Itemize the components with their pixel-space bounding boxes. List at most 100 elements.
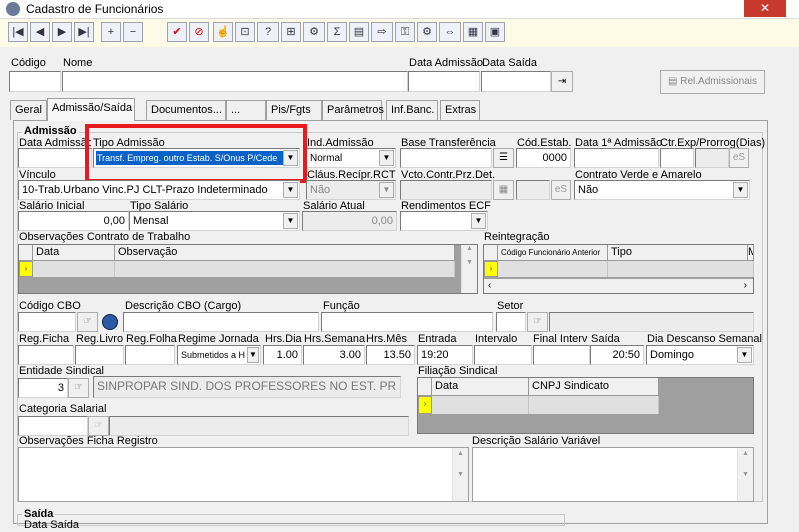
data-admissao2-field[interactable]	[18, 148, 92, 168]
entrada-field[interactable]: 19:20	[417, 345, 473, 365]
rendimentos-select[interactable]: ▼	[400, 211, 488, 231]
toolbar-confirm-icon[interactable]: ✔	[167, 22, 187, 42]
toolbar-swap-icon[interactable]: ⇔	[439, 22, 461, 42]
es-button-2[interactable]: eS	[551, 180, 571, 200]
toolbar-key-icon[interactable]: ⚿	[395, 22, 415, 42]
vinculo-select[interactable]: 10-Trab.Urbano Vinc.PJ CLT-Prazo Indeter…	[18, 180, 300, 200]
toolbar-settings-icon[interactable]: ⚙	[303, 22, 325, 42]
salario-inicial-field[interactable]: 0,00	[18, 211, 129, 231]
es-button[interactable]: eS	[729, 148, 749, 168]
lookup-button-3[interactable]: ☞	[68, 378, 89, 398]
reg-ficha-field[interactable]	[18, 345, 74, 365]
nome-field[interactable]	[62, 71, 408, 92]
toolbar-table-icon[interactable]: ▦	[463, 22, 483, 42]
categoria-field[interactable]	[18, 416, 88, 436]
tab-inf-banc[interactable]: Inf.Banc.	[386, 100, 438, 120]
obs-contrato-grid[interactable]: Data Observação › ▲ ▼	[18, 244, 478, 294]
codigo-field[interactable]	[9, 71, 61, 92]
hrs-semana-field[interactable]: 3.00	[303, 345, 365, 365]
window-title: Cadastro de Funcionários	[26, 2, 164, 16]
tab-more[interactable]: ...	[226, 100, 266, 120]
toolbar-add-icon[interactable]: +	[101, 22, 121, 42]
toolbar-cancel-icon[interactable]: ⊘	[189, 22, 209, 42]
intervalo-field[interactable]	[474, 345, 532, 365]
toolbar-next-icon[interactable]: ▶	[52, 22, 72, 42]
tab-geral[interactable]: Geral	[10, 100, 47, 120]
toolbar-remove-icon[interactable]: −	[123, 22, 143, 42]
scroll-left-icon[interactable]: ‹	[488, 279, 491, 292]
chevron-down-icon[interactable]: ▼	[247, 347, 259, 363]
chevron-down-icon[interactable]: ▼	[737, 347, 752, 363]
ctr-exp-field[interactable]	[660, 148, 694, 168]
lookup-button-2[interactable]: ☞	[527, 312, 548, 332]
reintegracao-grid[interactable]: Código Funcionário Anterior Tipo M › ‹ ›	[483, 244, 754, 294]
saida-field[interactable]: 20:50	[590, 345, 644, 365]
contrato-verde-select[interactable]: Não ▼	[574, 180, 750, 200]
grid-cell[interactable]	[529, 396, 659, 414]
toolbar-last-icon[interactable]: ▶|	[74, 22, 94, 42]
toolbar-export-icon[interactable]: ⇨	[371, 22, 393, 42]
lookup-button[interactable]: ☞	[77, 312, 98, 332]
ind-admissao-select[interactable]: Normal ▼	[306, 148, 396, 168]
hrs-mes-field[interactable]: 13.50	[366, 345, 415, 365]
funcao-field[interactable]	[321, 312, 493, 332]
data-saida-field[interactable]	[481, 71, 551, 92]
data-1a-field[interactable]	[574, 148, 659, 168]
toolbar-prev-icon[interactable]: ◀	[30, 22, 50, 42]
obs-ficha-memo[interactable]: ▲ ▼	[18, 447, 469, 502]
toolbar-edit-icon[interactable]: ⊡	[235, 22, 255, 42]
scrollbar[interactable]: ▲ ▼	[452, 448, 468, 501]
hrs-dia-field[interactable]: 1.00	[263, 345, 302, 365]
search-button[interactable]: ☰	[493, 148, 514, 168]
horizontal-scrollbar[interactable]: ‹ ›	[484, 279, 753, 293]
descanso-select[interactable]: Domingo ▼	[646, 345, 754, 365]
codigo-cbo-field[interactable]	[18, 312, 76, 332]
chevron-down-icon[interactable]: ▼	[733, 182, 748, 198]
grid-cell[interactable]	[432, 396, 529, 414]
base-transf-field[interactable]	[400, 148, 492, 168]
tab-pis-fgts[interactable]: Pis/Fgts	[266, 100, 322, 120]
toolbar-help-icon[interactable]: ?	[257, 22, 279, 42]
final-interv-field[interactable]	[533, 345, 590, 365]
entidade-code-field[interactable]: 3	[18, 378, 68, 398]
scrollbar[interactable]: ▲ ▼	[461, 245, 477, 293]
chevron-down-icon[interactable]: ▼	[471, 213, 486, 229]
grid-cell[interactable]	[608, 261, 754, 277]
cod-estab-field[interactable]: 0000	[516, 148, 571, 168]
scrollbar[interactable]: ▲ ▼	[737, 448, 753, 501]
saida-group	[17, 514, 565, 526]
grid-cell[interactable]	[498, 261, 608, 277]
chevron-down-icon[interactable]: ▼	[283, 213, 298, 229]
rel-admissionais-button[interactable]: ▤ Rel.Admissionais	[660, 70, 765, 94]
tab-documentos[interactable]: Documentos...	[146, 100, 226, 120]
data-admissao-field[interactable]	[408, 71, 480, 92]
setor-field[interactable]	[496, 312, 526, 332]
desc-salario-memo[interactable]: ▲ ▼	[472, 447, 754, 502]
toolbar-list-icon[interactable]: ▤	[349, 22, 369, 42]
data-saida2-label: Data Saída	[24, 519, 80, 531]
chevron-down-icon[interactable]: ▼	[283, 182, 298, 198]
toolbar-hand-icon[interactable]: ☝	[213, 22, 233, 42]
tab-admissao-saida[interactable]: Admissão/Saída	[47, 98, 135, 121]
tab-parametros[interactable]: Parâmetros	[322, 100, 384, 120]
reg-livro-field[interactable]	[75, 345, 124, 365]
scroll-right-icon[interactable]: ›	[744, 279, 747, 292]
lookup-button-4[interactable]: ☞	[88, 416, 109, 436]
tab-extras[interactable]: Extras	[440, 100, 480, 120]
grid-cell[interactable]	[115, 261, 455, 277]
filiacao-grid[interactable]: Data CNPJ Sindicato ›	[417, 377, 754, 434]
globe-icon[interactable]	[102, 314, 118, 330]
toolbar-sum-icon[interactable]: Σ	[327, 22, 347, 42]
descricao-cbo-field[interactable]	[123, 312, 319, 332]
calendar-button[interactable]: ⇥	[551, 71, 573, 92]
chevron-down-icon[interactable]: ▼	[379, 150, 394, 166]
toolbar-first-icon[interactable]: |◀	[8, 22, 28, 42]
reg-folha-field[interactable]	[125, 345, 175, 365]
close-button[interactable]: ✕	[744, 0, 786, 17]
regime-select[interactable]: Submetidos a H ▼	[177, 345, 261, 365]
tipo-salario-select[interactable]: Mensal ▼	[129, 211, 300, 231]
toolbar-square-icon[interactable]: ▣	[485, 22, 505, 42]
toolbar-grid-icon[interactable]: ⊞	[281, 22, 301, 42]
toolbar-gear-icon[interactable]: ⚙	[417, 22, 437, 42]
grid-cell[interactable]	[33, 261, 115, 277]
